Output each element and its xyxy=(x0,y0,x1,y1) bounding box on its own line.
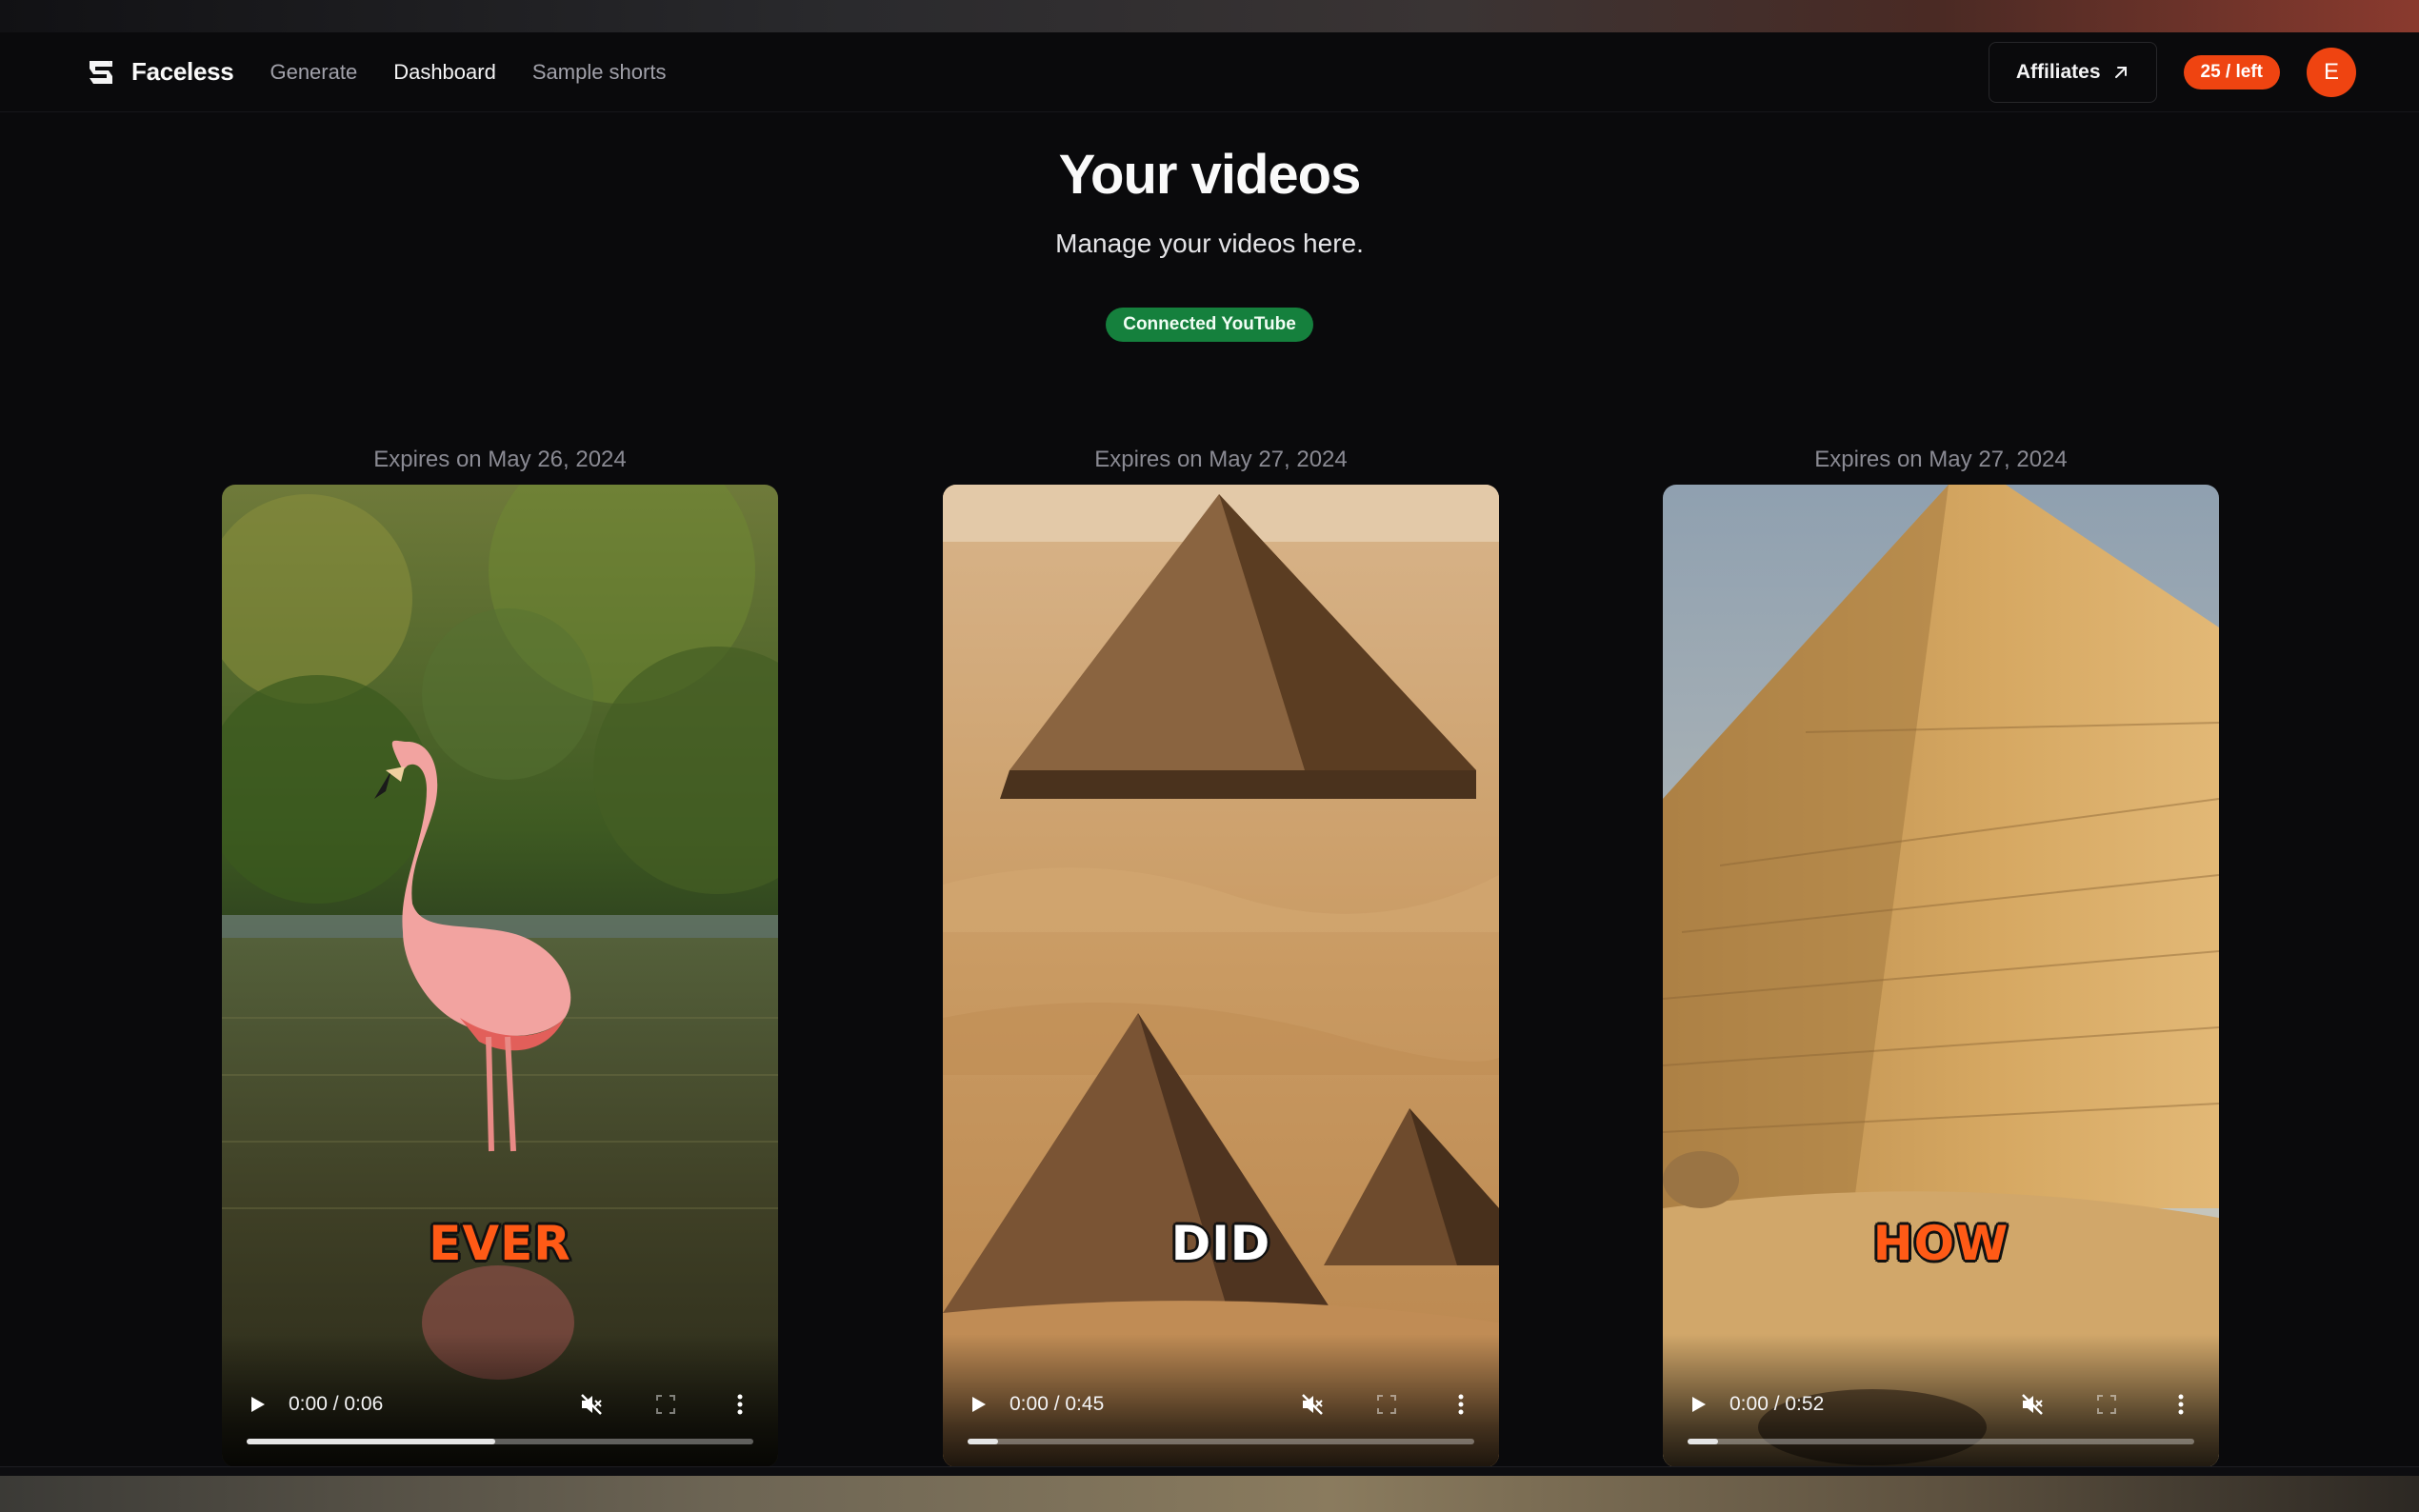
top-navbar: Faceless Generate Dashboard Sample short… xyxy=(0,32,2419,112)
play-icon[interactable] xyxy=(968,1394,989,1415)
video-thumbnail-flamingo xyxy=(222,485,778,1467)
video-seek-bar[interactable] xyxy=(968,1439,1474,1444)
video-controls-row: 0:00 / 0:06 xyxy=(247,1387,753,1422)
brand-name: Faceless xyxy=(131,57,234,86)
video-buffered-progress xyxy=(968,1439,998,1444)
brand-logo[interactable]: Faceless xyxy=(84,55,234,90)
video-time: 0:00 / 0:52 xyxy=(1729,1393,1825,1415)
nav-link-dashboard[interactable]: Dashboard xyxy=(393,60,496,85)
video-seek-bar[interactable] xyxy=(1688,1439,2194,1444)
fullscreen-icon[interactable] xyxy=(2093,1391,2120,1418)
video-expiry-date: Expires on May 27, 2024 xyxy=(1094,447,1348,472)
video-controls-row: 0:00 / 0:45 xyxy=(968,1387,1474,1422)
video-expiry-date: Expires on May 26, 2024 xyxy=(373,447,627,472)
video-player[interactable]: EVER 0:00 / 0:06 xyxy=(222,485,778,1467)
page-subtitle: Manage your videos here. xyxy=(1055,229,1364,258)
video-card: Expires on May 27, 2024 xyxy=(943,441,1499,1467)
video-seek-bar[interactable] xyxy=(247,1439,753,1444)
connected-youtube-badge: Connected YouTube xyxy=(1106,308,1313,342)
affiliates-label: Affiliates xyxy=(2015,60,2101,83)
video-time: 0:00 / 0:45 xyxy=(1010,1393,1105,1415)
video-thumbnail-great-pyramid xyxy=(1663,485,2219,1467)
nav-actions: Affiliates 25 / left E xyxy=(1988,41,2356,103)
nav-links: Generate Dashboard Sample shorts xyxy=(270,60,666,85)
video-controls: 0:00 / 0:06 xyxy=(222,1334,778,1467)
more-vertical-icon[interactable] xyxy=(1448,1391,1474,1418)
muted-speaker-icon[interactable] xyxy=(2019,1391,2046,1418)
user-avatar[interactable]: E xyxy=(2307,47,2356,97)
page-bottom-edge xyxy=(0,1466,2419,1476)
more-vertical-icon[interactable] xyxy=(2168,1391,2194,1418)
video-controls-row: 0:00 / 0:52 xyxy=(1688,1387,2194,1422)
fullscreen-icon[interactable] xyxy=(1373,1391,1400,1418)
play-icon[interactable] xyxy=(247,1394,268,1415)
window-top-strip xyxy=(0,0,2419,32)
video-card: Expires on May 27, 2024 xyxy=(1663,441,2219,1467)
fullscreen-icon[interactable] xyxy=(652,1391,679,1418)
more-vertical-icon[interactable] xyxy=(727,1391,753,1418)
muted-speaker-icon[interactable] xyxy=(1299,1391,1326,1418)
page-title: Your videos xyxy=(1058,144,1362,206)
video-thumbnail-pyramids xyxy=(943,485,1499,1467)
video-player[interactable]: DID 0:00 / 0:45 xyxy=(943,485,1499,1467)
video-controls: 0:00 / 0:52 xyxy=(1663,1334,2219,1467)
video-expiry-date: Expires on May 27, 2024 xyxy=(1814,447,2068,472)
video-caption: HOW xyxy=(1871,1214,2010,1273)
video-time: 0:00 / 0:06 xyxy=(289,1393,384,1415)
video-player[interactable]: HOW 0:00 / 0:52 xyxy=(1663,485,2219,1467)
credits-left-badge: 25 / left xyxy=(2183,54,2280,90)
faceless-logo-icon xyxy=(90,60,112,84)
window-bottom-strip xyxy=(0,1476,2419,1512)
video-buffered-progress xyxy=(1688,1439,1718,1444)
muted-speaker-icon[interactable] xyxy=(578,1391,605,1418)
video-caption: EVER xyxy=(427,1214,572,1273)
play-icon[interactable] xyxy=(1688,1394,1709,1415)
video-buffered-progress xyxy=(247,1439,495,1444)
affiliates-button[interactable]: Affiliates xyxy=(1988,41,2157,103)
video-controls: 0:00 / 0:45 xyxy=(943,1334,1499,1467)
nav-link-generate[interactable]: Generate xyxy=(270,60,357,85)
youtube-status: Connected YouTube xyxy=(0,308,2419,342)
arrow-up-right-icon xyxy=(2114,66,2127,78)
video-card: Expires on May 26, 2024 EVER 0:00 / 0:06 xyxy=(222,441,778,1467)
nav-link-sample-shorts[interactable]: Sample shorts xyxy=(532,60,667,85)
video-caption: DID xyxy=(1170,1214,1272,1273)
